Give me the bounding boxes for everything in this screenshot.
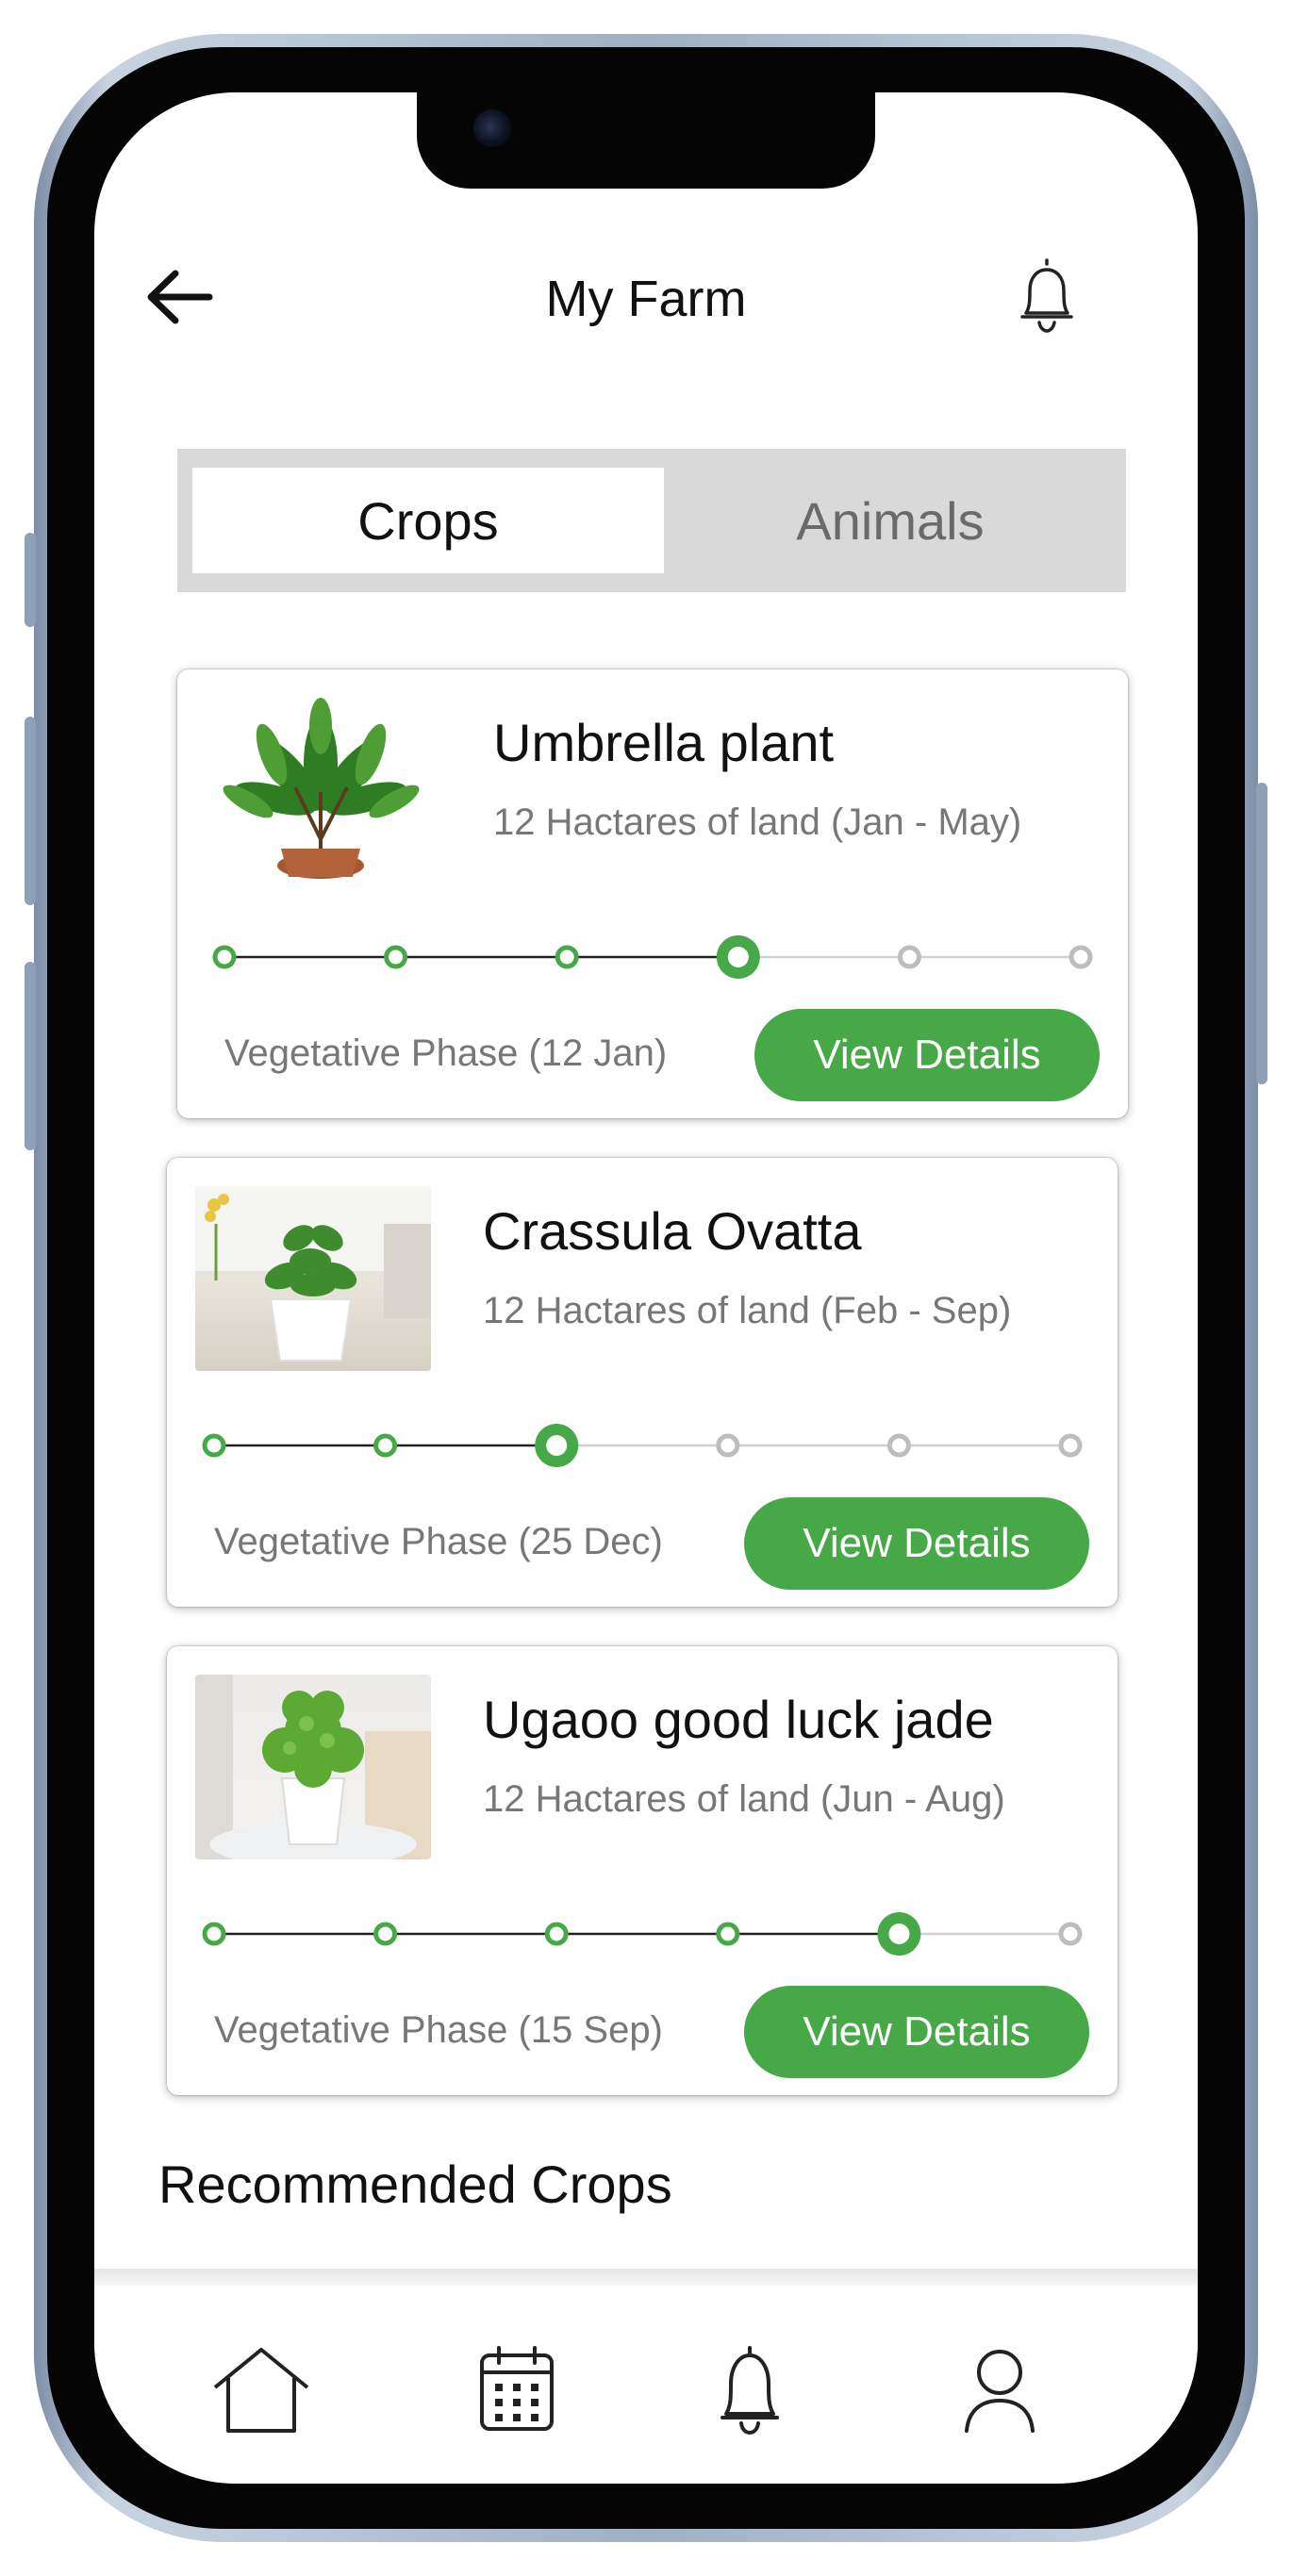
growth-progress (202, 1912, 1083, 1956)
progress-step-current-center (546, 1435, 568, 1456)
home-icon (213, 2348, 309, 2433)
phase-label: Vegetative Phase (12 Jan) (224, 1032, 668, 1074)
crop-image (195, 1186, 431, 1371)
progress-step-pending (897, 945, 921, 969)
progress-step-pending (886, 1433, 911, 1458)
phase-label: Vegetative Phase (25 Dec) (214, 1521, 663, 1562)
progress-step-pending (1058, 1433, 1083, 1458)
app-header: My Farm (94, 243, 1198, 347)
screen: My Farm Crops Animals Umbrella plant 12 … (94, 92, 1198, 2484)
notch (417, 92, 875, 189)
progress-step-current-center (888, 1924, 910, 1944)
progress-step-current-center (727, 947, 749, 967)
volume-down-button (25, 962, 36, 1150)
progress-step-done (555, 945, 579, 969)
mute-switch (25, 533, 36, 627)
progress-step-done (716, 1922, 740, 1946)
progress-step-done (373, 1922, 398, 1946)
crop-land-info: 12 Hactares of land (Jun - Aug) (483, 1778, 1005, 1820)
progress-step-done (544, 1922, 569, 1946)
tab-crops[interactable]: Crops (192, 468, 664, 573)
nav-home[interactable] (209, 2342, 313, 2436)
progress-step-done (384, 945, 408, 969)
calendar-icon (480, 2346, 554, 2431)
phase-label: Vegetative Phase (15 Sep) (214, 2009, 663, 2051)
front-camera (473, 109, 511, 147)
crop-land-info: 12 Hactares of land (Feb - Sep) (483, 1290, 1012, 1331)
nav-profile[interactable] (948, 2342, 1052, 2436)
bottom-nav (94, 2286, 1198, 2484)
progress-step-done (202, 1433, 226, 1458)
crop-card: Umbrella plant 12 Hactares of land (Jan … (177, 669, 1128, 1118)
progress-step-pending (1058, 1922, 1083, 1946)
view-details-button[interactable]: View Details (744, 1986, 1089, 2078)
volume-up-button (25, 717, 36, 905)
tab-animals[interactable]: Animals (664, 468, 1117, 573)
crops-animals-toggle: Crops Animals (177, 449, 1126, 592)
power-button (1256, 783, 1267, 1084)
view-details-button[interactable]: View Details (744, 1497, 1089, 1590)
crop-card: Ugaoo good luck jade 12 Hactares of land… (167, 1646, 1118, 2095)
nav-notifications[interactable] (698, 2342, 802, 2436)
progress-step-pending (716, 1433, 740, 1458)
view-details-button[interactable]: View Details (754, 1009, 1100, 1101)
user-icon (965, 2350, 1035, 2433)
crop-image (206, 698, 441, 883)
notifications-button[interactable] (1009, 256, 1085, 338)
progress-step-done (373, 1433, 398, 1458)
crop-image (195, 1675, 431, 1859)
nav-calendar[interactable] (465, 2342, 569, 2436)
crop-name: Ugaoo good luck jade (483, 1690, 994, 1749)
recommended-crops-heading: Recommended Crops (158, 2155, 672, 2214)
progress-step-pending (1068, 945, 1093, 969)
progress-step-done (202, 1922, 226, 1946)
bell-icon (721, 2346, 779, 2435)
nav-divider (94, 2269, 1198, 2286)
crop-name: Crassula Ovatta (483, 1201, 862, 1261)
crop-card: Crassula Ovatta 12 Hactares of land (Feb… (167, 1158, 1118, 1607)
growth-progress (212, 935, 1093, 979)
crop-land-info: 12 Hactares of land (Jan - May) (493, 801, 1022, 843)
progress-step-done (212, 945, 237, 969)
growth-progress (202, 1424, 1083, 1467)
bell-icon (1020, 258, 1073, 333)
crop-name: Umbrella plant (493, 713, 835, 772)
